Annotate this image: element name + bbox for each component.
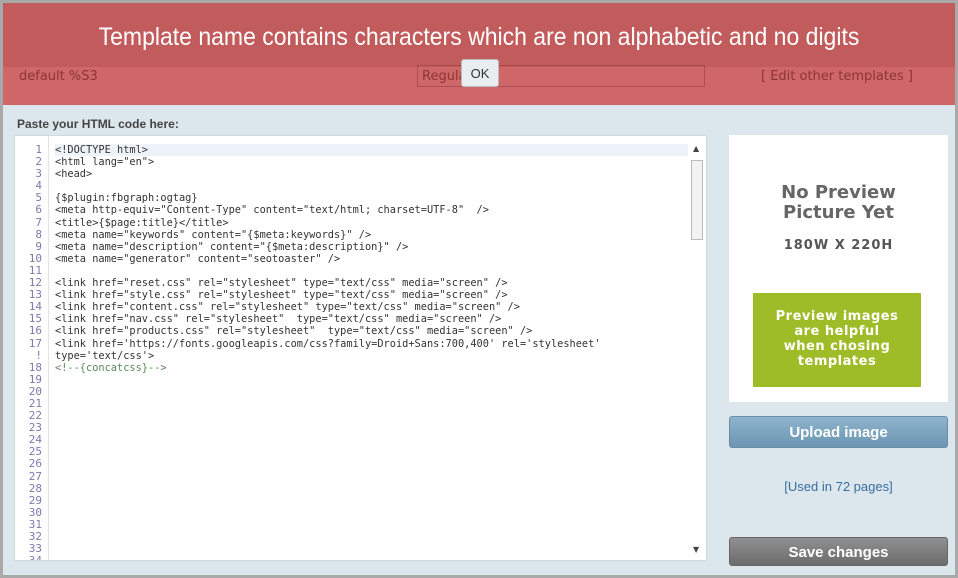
line-number: 6 (35, 203, 42, 217)
alert-message: Template name contains characters which … (98, 23, 860, 51)
line-number: 4 (35, 179, 42, 193)
code-line: <meta http-equiv="Content-Type" content=… (55, 204, 489, 217)
editor-label: Paste your HTML code here: (17, 117, 179, 131)
code-line: <meta name="generator" content="seotoast… (55, 252, 341, 265)
code-area[interactable]: <!DOCTYPE html> <html lang="en"> <head> {$p… (55, 144, 688, 560)
line-number: 34 (28, 554, 42, 561)
preview-size: 180W X 220H (783, 238, 894, 253)
code-line: <html lang="en"> (55, 156, 155, 169)
code-line: {$plugin:fbgraph:ogtag} (55, 192, 198, 205)
template-editor-dialog: Template name contains characters which … (0, 0, 958, 578)
error-alert: Template name contains characters which … (3, 3, 955, 105)
line-number: 28 (28, 481, 42, 495)
line-number: 29 (28, 493, 42, 507)
line-number: 2 (35, 155, 42, 169)
line-number: ! (35, 348, 42, 362)
code-line: type='text/css'> (55, 349, 155, 362)
line-number: 16 (28, 324, 42, 338)
line-number: 27 (28, 469, 42, 483)
code-line: <link href="nav.css" rel="stylesheet" ty… (55, 313, 502, 326)
line-number: 5 (35, 191, 42, 205)
line-number: 8 (35, 227, 42, 241)
upload-image-button[interactable]: Upload image (729, 416, 948, 448)
code-line: <link href="style.css" rel="stylesheet" … (55, 289, 508, 302)
scroll-down-icon[interactable]: ▼ (693, 545, 699, 554)
code-line: <head> (55, 168, 93, 181)
code-line: <link href='https://fonts.googleapis.com… (55, 337, 601, 350)
code-line: <title>{$page:title}</title> (55, 216, 229, 229)
html-code-editor[interactable]: 1 2 3 4 5 6 7 8 9 10 11 12 13 14 15 16 17! 18 19 20 21 22 23 24… (14, 135, 707, 561)
template-name-input[interactable]: default %S3 (19, 69, 98, 84)
edit-other-templates-link[interactable]: [ Edit other templates ] (761, 69, 913, 84)
ok-button[interactable]: OK (461, 59, 499, 87)
code-line: <!DOCTYPE html> (55, 144, 688, 157)
scroll-up-icon[interactable]: ▲ (693, 144, 699, 153)
code-line: <link href="content.css" rel="stylesheet… (55, 301, 520, 314)
line-numbers: 1 2 3 4 5 6 7 8 9 10 11 12 13 14 15 16 17! 18 19 20 21 22 23 24… (15, 136, 49, 560)
line-number: 3 (35, 167, 42, 181)
line-number: 17 (28, 336, 42, 350)
template-preview: No Preview Picture Yet 180W X 220H Previe… (729, 135, 948, 402)
code-line: <link href="products.css" rel="styleshee… (55, 325, 533, 338)
no-preview-text: No Preview Picture Yet (781, 182, 896, 223)
editor-scrollbar[interactable]: ▲ ▼ (690, 142, 704, 556)
line-number: 1 (35, 143, 42, 156)
code-line: <!--{concatcss}--> (55, 361, 167, 374)
code-line: <meta name="keywords" content="{$meta:ke… (55, 228, 372, 241)
save-changes-button[interactable]: Save changes (729, 537, 948, 566)
line-number: 18 (28, 360, 42, 374)
code-line: <meta name="description" content="{$meta… (55, 240, 409, 253)
used-in-pages-link[interactable]: [Used in 72 pages] (729, 479, 948, 494)
scroll-thumb[interactable] (691, 160, 703, 240)
code-line: <link href="reset.css" rel="stylesheet" … (55, 277, 508, 290)
line-number: 7 (35, 215, 42, 229)
preview-hint: Preview images are helpful when chosing tem… (753, 293, 921, 387)
line-number: 26 (28, 457, 42, 471)
